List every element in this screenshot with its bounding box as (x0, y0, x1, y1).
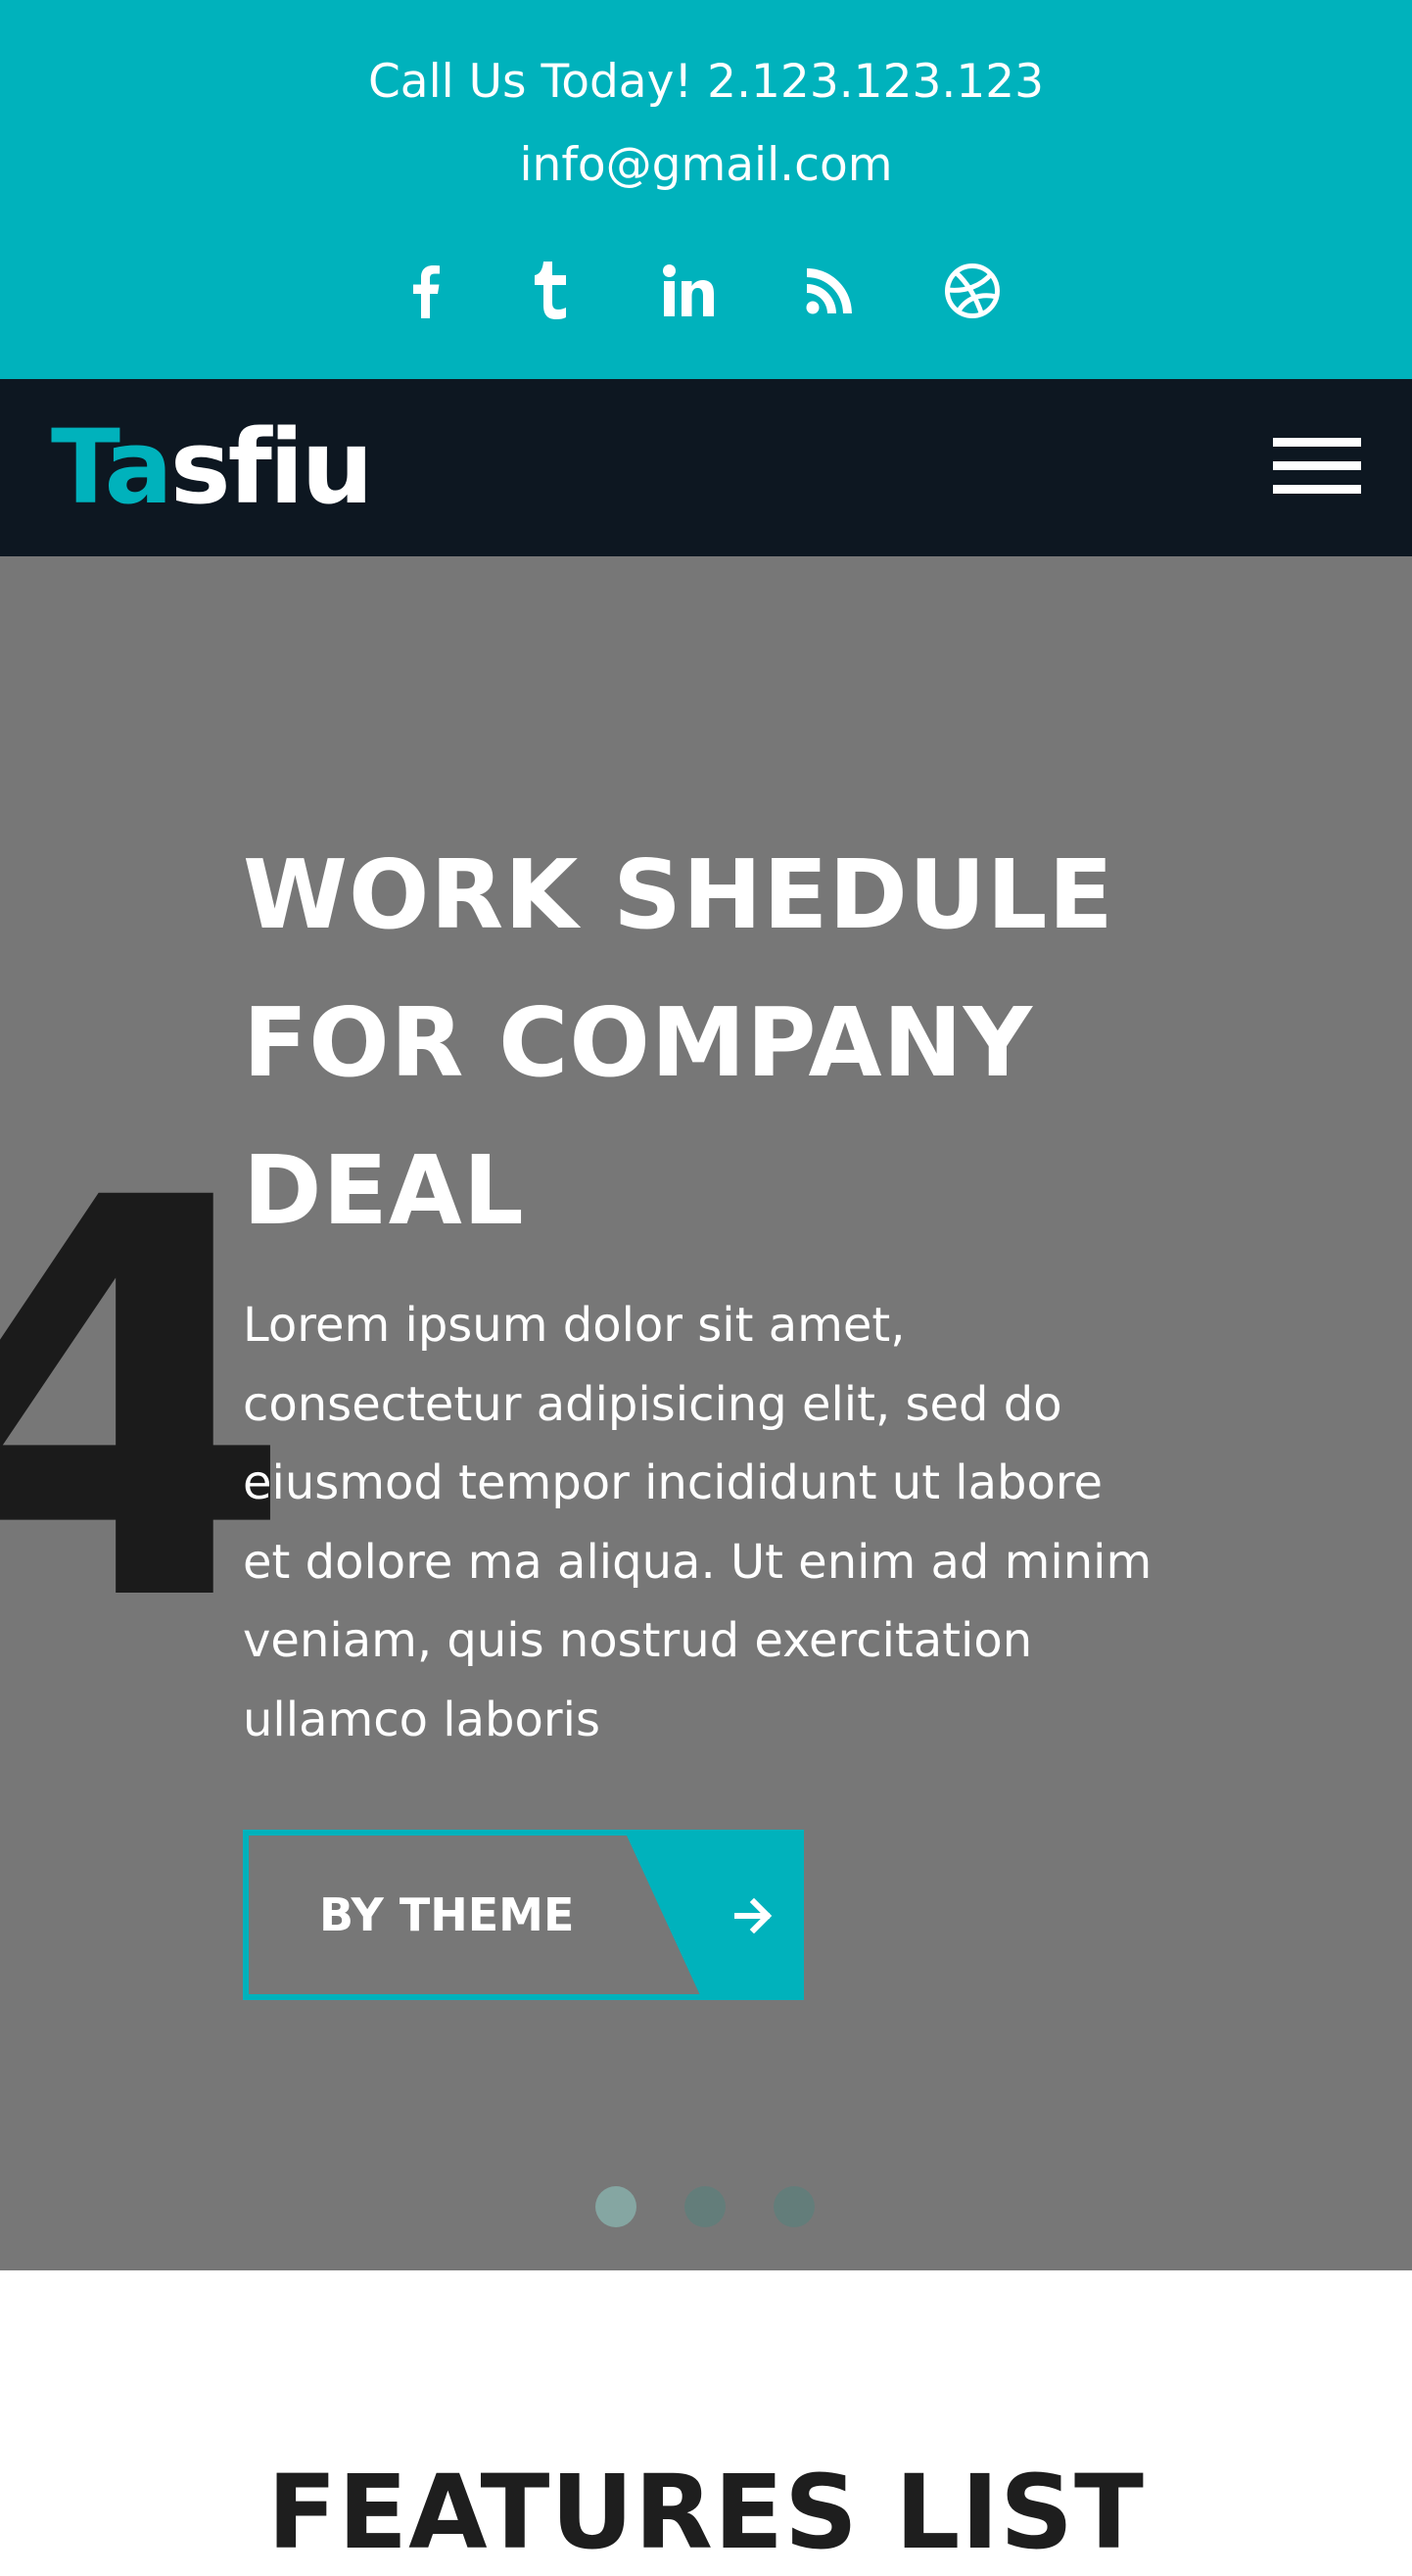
hero-description-line: Lorem ipsum dolor sit amet, (243, 1298, 906, 1353)
hero-slider: 4 WORK SHEDULE FOR COMPANY DEAL Lorem ip… (0, 556, 1412, 2270)
hero-title: WORK SHEDULE FOR COMPANY DEAL (243, 821, 1222, 1264)
slider-dot-2[interactable] (684, 2186, 726, 2227)
hero-description-line: eiusmod tempor incididunt ut labore (243, 1455, 1104, 1510)
hamburger-menu-icon[interactable] (1273, 438, 1361, 497)
phone-text: Call Us Today! 2.123.123.123 (367, 55, 1045, 109)
by-theme-button[interactable]: BY THEME (243, 1830, 804, 2000)
logo-accent-text: Ta (51, 407, 173, 527)
arrow-right-icon (734, 1898, 773, 1933)
hero-description-line: consectetur adipisicing elit, sed do (243, 1376, 1062, 1432)
hero-title-line: WORK SHEDULE (243, 839, 1114, 950)
social-links (0, 257, 1412, 325)
hero-title-line: DEAL (243, 1135, 525, 1246)
main-navbar: Tasfiu (0, 379, 1412, 556)
dribbble-icon[interactable] (938, 257, 1007, 325)
email-link[interactable]: info@gmail.com (0, 134, 1412, 197)
button-accent-panel (627, 1836, 798, 1994)
slider-dot-3[interactable] (774, 2186, 815, 2227)
site-logo[interactable]: Tasfiu (51, 407, 374, 527)
hero-description: Lorem ipsum dolor sit amet, consectetur … (243, 1286, 1212, 1759)
linkedin-icon[interactable] (654, 257, 723, 325)
by-theme-button-label: BY THEME (319, 1888, 575, 1941)
slider-pagination (0, 2186, 1412, 2227)
hero-description-line: ullamco laboris (243, 1692, 600, 1747)
top-contact-bar: Call Us Today! 2.123.123.123 info@gmail.… (0, 0, 1412, 379)
hero-title-line: FOR COMPANY (243, 987, 1034, 1098)
rss-icon[interactable] (795, 257, 864, 325)
tumblr-icon[interactable] (517, 257, 586, 325)
features-title: FEATURES LIST (267, 2453, 1145, 2572)
hero-description-line: veniam, quis nostrud exercitation (243, 1613, 1033, 1668)
facebook-icon[interactable] (391, 257, 459, 325)
logo-main-text: sfiu (169, 407, 374, 527)
hero-description-line: et dolore ma aliqua. Ut enim ad minim (243, 1534, 1153, 1590)
slider-dot-1[interactable] (595, 2186, 636, 2227)
